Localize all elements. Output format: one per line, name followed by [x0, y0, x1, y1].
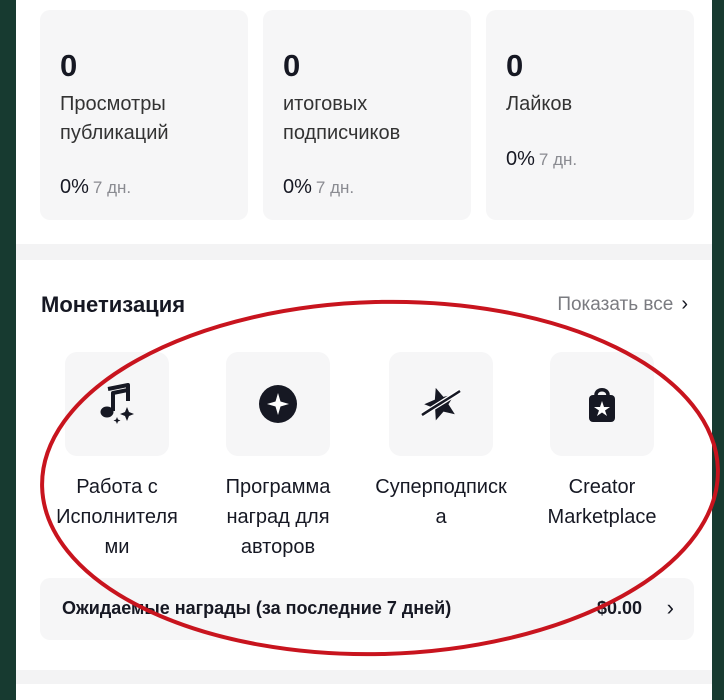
music-note-sparkle-icon: [100, 383, 134, 424]
stat-delta-period: 7 дн.: [538, 150, 578, 169]
stat-label: Лайков: [506, 93, 573, 115]
expected-rewards-amount: $0.00: [596, 598, 642, 618]
monetization-tile: [226, 352, 330, 456]
chevron-right-icon: ›: [681, 293, 688, 315]
stat-delta-percent: 0%: [60, 176, 89, 198]
stat-delta: 0% 7 дн.: [60, 176, 131, 199]
expected-rewards-row[interactable]: Ожидаемые награды (за последние 7 дней) …: [40, 578, 694, 640]
monetization-title: Монетизация: [41, 292, 186, 317]
show-all-link[interactable]: Показать все ›: [557, 293, 688, 316]
expected-rewards-label: Ожидаемые награды (за последние 7 дней): [62, 598, 452, 618]
monetization-tile: [389, 352, 493, 456]
section-divider: [16, 244, 712, 260]
stat-value: 0: [506, 48, 524, 83]
monetization-item-subscription[interactable]: Суперподписк а: [362, 352, 520, 532]
monetization-item-label: Работа с Исполнителя ми: [56, 476, 178, 558]
right-edge: [712, 0, 724, 700]
section-divider-bottom: [16, 670, 712, 684]
monetization-item-creator-rewards[interactable]: Программа наград для авторов: [199, 352, 357, 562]
stat-delta-period: 7 дн.: [315, 178, 355, 197]
chevron-right-icon: ›: [666, 595, 674, 620]
stat-card-likes[interactable]: 0 Лайков 0% 7 дн.: [486, 10, 694, 220]
monetization-item-label: Creator Marketplace: [547, 476, 657, 528]
stat-card-views[interactable]: 0 Просмотры публикаций 0% 7 дн.: [40, 10, 248, 220]
monetization-tile: [65, 352, 169, 456]
stat-value: 0: [283, 48, 301, 83]
monetization-tile: [550, 352, 654, 456]
stat-delta: 0% 7 дн.: [283, 176, 354, 199]
stat-value: 0: [60, 48, 78, 83]
stat-delta-percent: 0%: [283, 176, 312, 198]
monetization-item-artists[interactable]: Работа с Исполнителя ми: [38, 352, 196, 562]
monetization-item-label: Суперподписк а: [375, 476, 507, 528]
stat-card-followers[interactable]: 0 итоговых подписчиков 0% 7 дн.: [263, 10, 471, 220]
left-edge: [0, 0, 16, 700]
stat-delta-period: 7 дн.: [92, 178, 132, 197]
star-circle-icon: [259, 385, 297, 423]
stat-delta-percent: 0%: [506, 148, 535, 170]
stat-delta: 0% 7 дн.: [506, 148, 577, 171]
star-orbit-icon: [420, 387, 462, 421]
show-all-label: Показать все: [557, 293, 674, 315]
monetization-item-label: Программа наград для авторов: [225, 476, 331, 558]
stat-label: итоговых подписчиков: [283, 93, 401, 144]
monetization-item-creator-marketplace[interactable]: Creator Marketplace: [523, 352, 681, 532]
shopping-bag-star-icon: [589, 388, 615, 422]
stat-label: Просмотры публикаций: [60, 93, 169, 144]
